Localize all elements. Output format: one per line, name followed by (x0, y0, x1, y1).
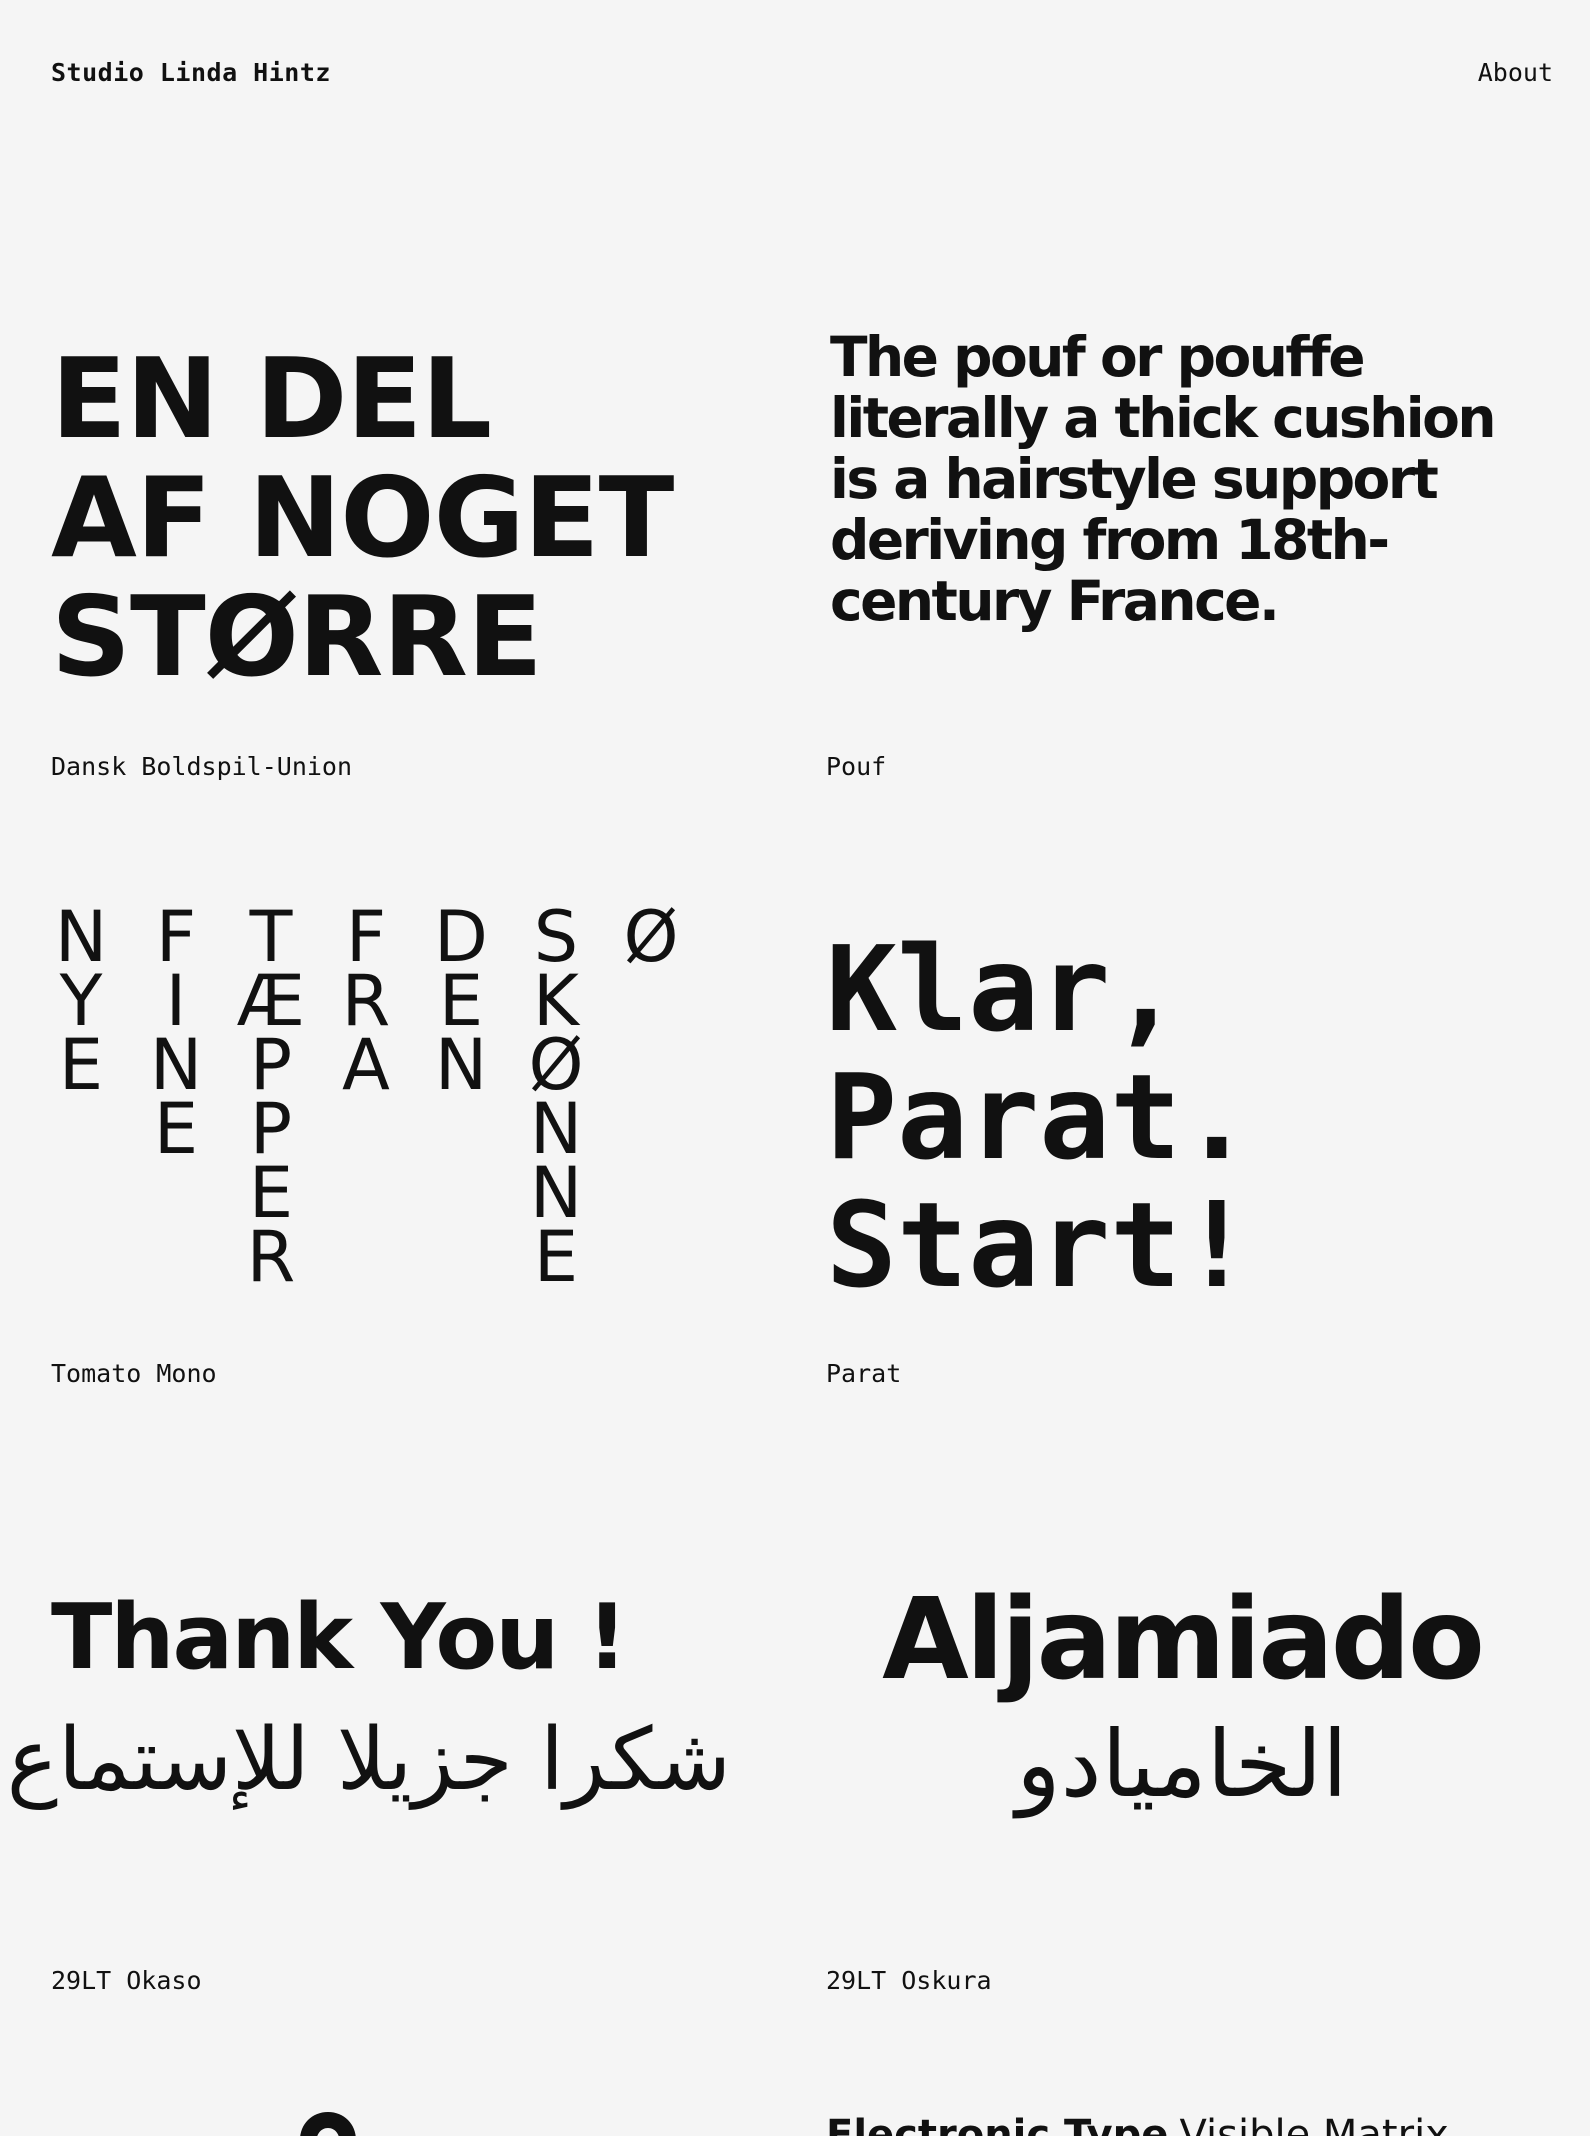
project-specimen-dbu: EN DEL AF NOGET STØRRE (51, 335, 674, 702)
specimen-line: EN DEL (51, 335, 492, 464)
specimen-line: Start! (826, 1176, 1253, 1314)
specimen-letter: Ø (623, 896, 679, 978)
about-link[interactable]: About (1478, 58, 1553, 87)
specimen-light: Visible Matrix (1179, 2112, 1449, 2136)
specimen-letter: R (246, 1216, 296, 1298)
specimen-letter: E (533, 1216, 579, 1298)
project-caption[interactable]: 29LT Okaso (51, 1966, 202, 1995)
project-specimen-tomato-mono: NYE FINE TÆPPER FRA DEN SKØNNE Ø (51, 896, 711, 1305)
specimen-bold: Electronic Type (826, 2112, 1169, 2136)
specimen-column: FRA (336, 902, 396, 1106)
specimen-latin: Thank You ! (51, 1585, 628, 1690)
specimen-letter: N (434, 1024, 488, 1106)
project-caption[interactable]: 29LT Oskura (826, 1966, 992, 1995)
specimen-letter: E (153, 1088, 199, 1170)
specimen-column: NYE (51, 902, 111, 1106)
specimen-letter: E (58, 1024, 104, 1106)
specimen-column: FINE (146, 902, 206, 1170)
brand-link[interactable]: Studio Linda Hintz (51, 58, 331, 87)
specimen-line: AF NOGET (51, 454, 674, 583)
project-caption[interactable]: Parat (826, 1359, 901, 1388)
project-caption[interactable]: Pouf (826, 752, 886, 781)
project-specimen-electronic-type: Electronic Type Visible Matrix (826, 2110, 1449, 2136)
specimen-line: Klar, (826, 920, 1182, 1058)
specimen-line: Parat. (826, 1048, 1253, 1186)
studio-logo-icon (300, 2112, 356, 2136)
project-caption[interactable]: Tomato Mono (51, 1359, 217, 1388)
specimen-column: TÆPPER (237, 902, 305, 1298)
specimen-arabic: الخاميادو (1016, 1711, 1348, 1818)
specimen-column: DEN (431, 902, 491, 1106)
project-caption[interactable]: Dansk Boldspil-Union (51, 752, 352, 781)
specimen-column: SKØNNE (526, 902, 586, 1298)
project-specimen-pouf: The pouf or pouffe literally a thick cus… (830, 325, 1497, 633)
specimen-arabic: شكرا جزيلا للإستماع (6, 1710, 731, 1810)
project-specimen-parat: Klar, Parat. Start! (826, 925, 1252, 1309)
specimen-letter: A (342, 1024, 390, 1106)
specimen-column: Ø (621, 896, 681, 978)
specimen-latin: Aljamiado (882, 1575, 1485, 1705)
specimen-line: STØRRE (51, 573, 543, 702)
